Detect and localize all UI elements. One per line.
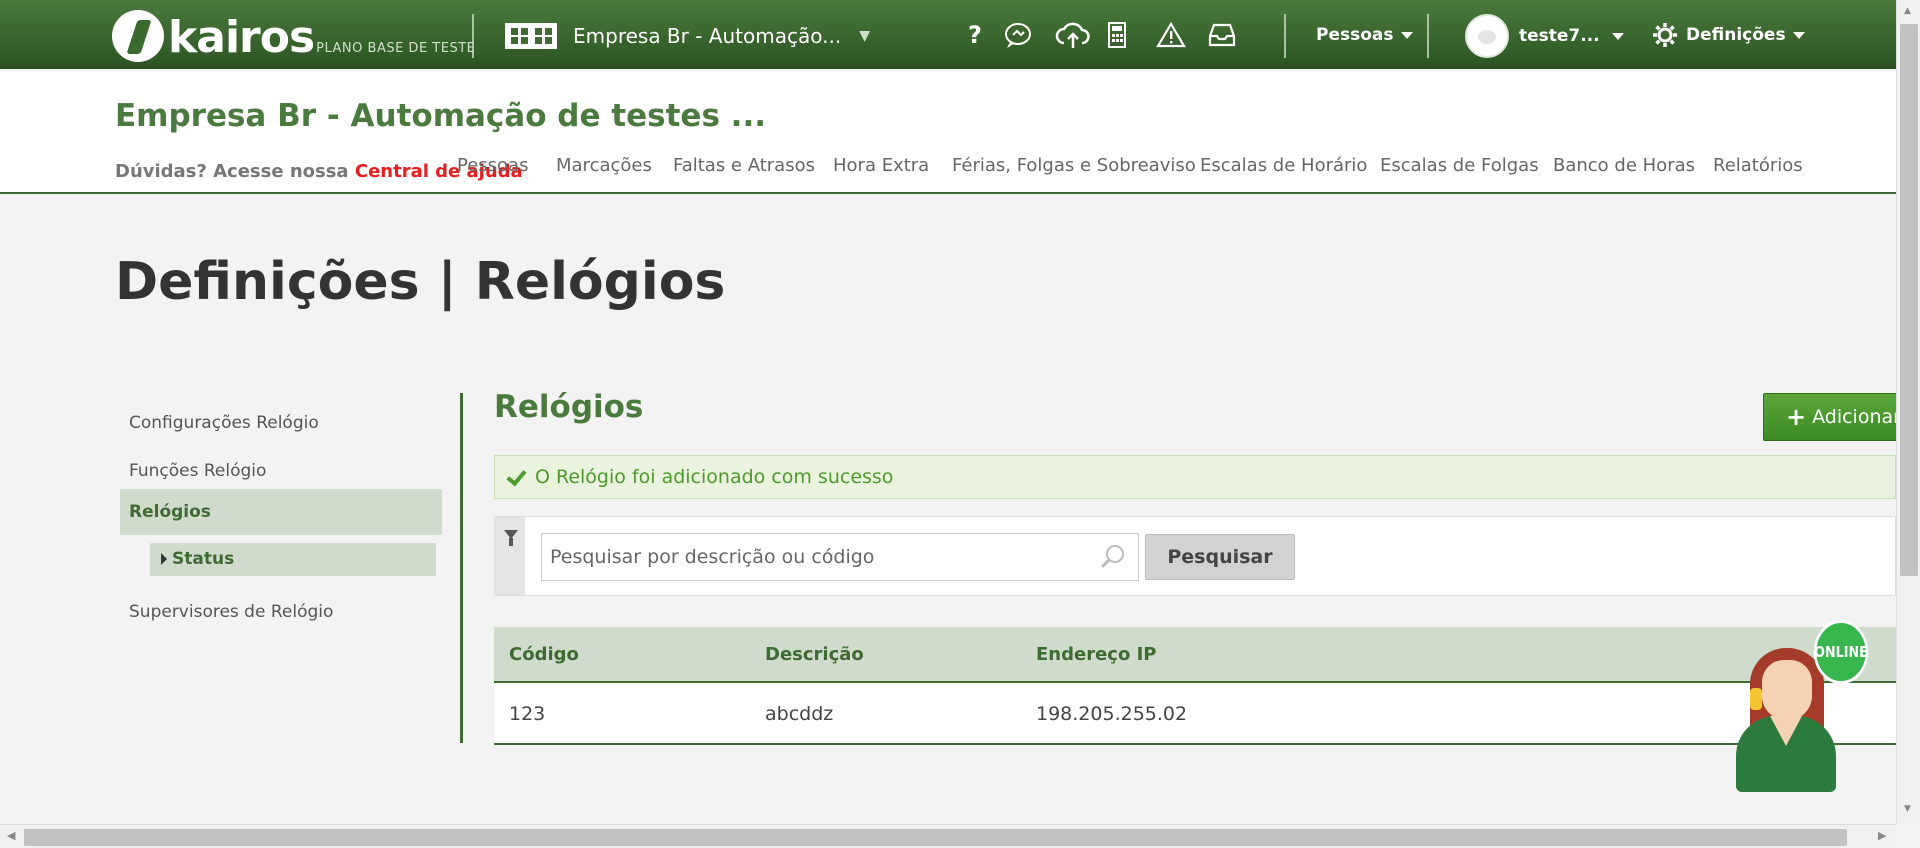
column-header-codigo[interactable]: Código xyxy=(509,644,579,665)
kairos-logo[interactable]: kairos PLANO BASE DE TESTE xyxy=(112,6,475,62)
clocks-table: Código Descrição Endereço IP 123 abcddz … xyxy=(494,627,1896,745)
scroll-down-icon[interactable]: ▼ xyxy=(1904,804,1911,814)
people-menu[interactable]: Pessoas xyxy=(1316,20,1413,50)
sidebar-item-supervisores-relogio[interactable]: Supervisores de Relógio xyxy=(120,589,442,635)
cloud-upload-icon[interactable] xyxy=(1055,20,1091,50)
people-menu-label: Pessoas xyxy=(1316,25,1394,45)
nav-item-relatorios[interactable]: Relatórios xyxy=(1713,155,1803,176)
help-icon[interactable]: ? xyxy=(960,20,990,50)
add-button[interactable]: + Adicionar xyxy=(1763,393,1903,441)
gear-icon xyxy=(1653,23,1677,47)
sidebar-subitem-status[interactable]: Status xyxy=(150,543,436,576)
top-navigation-bar: kairos PLANO BASE DE TESTE Empresa Br - … xyxy=(0,0,1896,69)
sidebar-item-funcoes-relogio[interactable]: Funções Relógio xyxy=(120,448,442,494)
company-title: Empresa Br - Automação de testes ... xyxy=(115,98,767,134)
sidebar-item-configuracoes-relogio[interactable]: Configurações Relógio xyxy=(120,400,442,446)
search-filter-bar: Pesquisar xyxy=(494,516,1896,596)
vertical-scrollbar[interactable]: ▲ ▼ xyxy=(1896,0,1920,824)
nav-item-faltas-atrasos[interactable]: Faltas e Atrasos xyxy=(673,155,815,176)
nav-item-ferias-folgas[interactable]: Férias, Folgas e Sobreaviso xyxy=(952,155,1196,176)
column-header-descricao[interactable]: Descrição xyxy=(765,644,864,665)
cell-descricao: abcddz xyxy=(765,703,834,725)
help-prefix: Dúvidas? Acesse nossa xyxy=(115,161,355,182)
table-header: Código Descrição Endereço IP xyxy=(494,627,1896,683)
agent-face xyxy=(1762,660,1812,720)
company-selector[interactable]: Empresa Br - Automação... ▼ xyxy=(505,14,870,58)
sidebar-item-relogios[interactable]: Relógios xyxy=(120,489,442,535)
settings-menu[interactable]: Definições xyxy=(1652,20,1805,50)
user-menu[interactable]: teste7... xyxy=(1465,14,1624,58)
building-icon xyxy=(505,23,557,49)
warning-icon[interactable] xyxy=(1156,20,1186,50)
headset-icon xyxy=(1750,688,1762,710)
cell-endereco-ip: 198.205.255.02 xyxy=(1036,703,1188,725)
calculator-icon[interactable] xyxy=(1102,20,1132,50)
caret-down-icon xyxy=(1611,32,1624,40)
search-button[interactable]: Pesquisar xyxy=(1145,534,1295,580)
divider xyxy=(472,14,474,58)
horizontal-scroll-thumb[interactable] xyxy=(24,829,1847,846)
nav-item-marcacoes[interactable]: Marcações xyxy=(556,155,652,176)
nav-item-escalas-folgas[interactable]: Escalas de Folgas xyxy=(1380,155,1539,176)
avatar xyxy=(1465,14,1509,58)
horizontal-scrollbar[interactable]: ◀ ▶ xyxy=(0,824,1896,848)
caret-down-icon xyxy=(1792,31,1805,39)
search-icon[interactable] xyxy=(1106,545,1124,563)
plan-label: PLANO BASE DE TESTE xyxy=(316,41,476,56)
plus-icon: + xyxy=(1786,403,1807,431)
success-alert-text: O Relógio foi adicionado com sucesso xyxy=(535,466,894,488)
scroll-left-icon[interactable]: ◀ xyxy=(7,829,15,842)
sidebar-divider xyxy=(460,393,463,743)
settings-menu-label: Definições xyxy=(1686,25,1786,45)
vertical-scroll-thumb[interactable] xyxy=(1900,24,1918,576)
table-row[interactable]: 123 abcddz 198.205.255.02 xyxy=(494,683,1896,745)
divider xyxy=(1284,14,1286,58)
cell-codigo: 123 xyxy=(509,703,546,725)
scroll-right-icon[interactable]: ▶ xyxy=(1878,829,1886,842)
search-input[interactable] xyxy=(541,533,1139,581)
page-title: Definições | Relógios xyxy=(115,252,726,312)
add-button-label: Adicionar xyxy=(1812,406,1901,428)
caret-down-icon xyxy=(1400,31,1413,39)
logo-mark-icon xyxy=(112,10,164,62)
filter-toggle[interactable] xyxy=(495,517,525,595)
online-badge: ONLINE xyxy=(1813,620,1869,684)
nav-item-pessoas[interactable]: Pessoas xyxy=(457,155,528,176)
column-header-endereco-ip[interactable]: Endereço IP xyxy=(1036,644,1156,665)
filter-icon xyxy=(504,530,518,546)
caret-down-icon: ▼ xyxy=(859,28,870,44)
logo-text: kairos xyxy=(168,12,315,63)
scroll-up-icon[interactable]: ▲ xyxy=(1904,6,1911,16)
nav-item-banco-horas[interactable]: Banco de Horas xyxy=(1553,155,1695,176)
nav-item-escalas-horario[interactable]: Escalas de Horário xyxy=(1200,155,1367,176)
content-title: Relógios xyxy=(494,389,644,425)
user-name: teste7... xyxy=(1519,26,1600,46)
chat-icon[interactable] xyxy=(1003,20,1033,50)
success-alert: O Relógio foi adicionado com sucesso xyxy=(494,455,1896,499)
company-selector-label: Empresa Br - Automação... xyxy=(573,24,842,48)
nav-item-hora-extra[interactable]: Hora Extra xyxy=(833,155,929,176)
inbox-icon[interactable] xyxy=(1207,20,1237,50)
divider xyxy=(1427,14,1429,58)
online-support-agent[interactable]: ONLINE xyxy=(1736,620,1886,792)
check-icon xyxy=(505,467,525,487)
page-header: Empresa Br - Automação de testes ... Dúv… xyxy=(0,71,1896,194)
